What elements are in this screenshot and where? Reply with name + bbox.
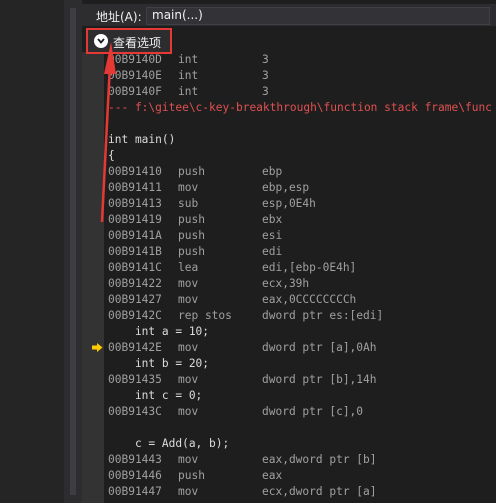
asm-address: 00B9141A	[108, 229, 162, 242]
asm-line: 00B9141C lea edi,[ebp-0E4h]	[108, 260, 496, 276]
source-line: int a = 10;	[108, 325, 210, 338]
asm-line: 00B9140F int 3	[108, 84, 496, 100]
asm-line: 00B9142C rep stos dword ptr es:[edi]	[108, 308, 496, 324]
asm-address: 00B9143C	[108, 405, 162, 418]
asm-line: 00B91419 push ebx	[108, 212, 496, 228]
asm-operands: ebx	[262, 213, 283, 226]
asm-operands: ebp	[262, 165, 283, 178]
asm-line: 00B91447 mov ecx,dword ptr [a]	[108, 484, 496, 500]
asm-mnemonic: sub	[178, 197, 199, 210]
asm-address: 00B9141C	[108, 261, 162, 274]
asm-line: 00B91435 mov dword ptr [b],14h	[108, 372, 496, 388]
source-line: int c = 0;	[108, 388, 496, 404]
asm-mnemonic: mov	[178, 405, 199, 418]
asm-operands: 3	[262, 85, 269, 98]
asm-line: 00B9141A push esi	[108, 228, 496, 244]
asm-mnemonic: mov	[178, 485, 199, 498]
asm-operands: ebp,esp	[262, 181, 310, 194]
asm-operands: eax	[262, 469, 283, 482]
asm-address: 00B9141B	[108, 245, 162, 258]
asm-address: 00B91443	[108, 453, 162, 466]
view-options-label: 查看选项	[113, 36, 162, 50]
asm-operands: dword ptr [a],0Ah	[262, 341, 377, 354]
asm-line: 00B91427 mov eax,0CCCCCCCCh	[108, 292, 496, 308]
asm-operands: 3	[262, 53, 269, 66]
asm-mnemonic: mov	[178, 453, 199, 466]
asm-line: 00B91446 push eax	[108, 468, 496, 484]
asm-mnemonic: push	[178, 165, 205, 178]
asm-mnemonic: int	[178, 53, 199, 66]
asm-operands: dword ptr es:[edi]	[262, 309, 384, 322]
asm-line: 00B91410 push ebp	[108, 164, 496, 180]
asm-operands: dword ptr [b],14h	[262, 373, 377, 386]
asm-mnemonic: push	[178, 229, 205, 242]
asm-operands: eax,0CCCCCCCCh	[262, 293, 357, 306]
source-line: c = Add(a, b);	[108, 437, 230, 450]
asm-mnemonic: rep stos	[178, 309, 232, 322]
asm-operands: edi,[ebp-0E4h]	[262, 261, 357, 274]
asm-line: 00B91413 sub esp,0E4h	[108, 196, 496, 212]
asm-line: 00B91411 mov ebp,esp	[108, 180, 496, 196]
asm-address: 00B91446	[108, 469, 162, 482]
source-line: int c = 0;	[108, 389, 203, 402]
asm-address: 00B9142C	[108, 309, 162, 322]
asm-mnemonic: int	[178, 69, 199, 82]
address-label: 地址(A):	[96, 10, 142, 24]
asm-operands: edi	[262, 245, 283, 258]
asm-mnemonic: mov	[178, 373, 199, 386]
asm-line: 00B91443 mov eax,dword ptr [b]	[108, 452, 496, 468]
asm-operands: 3	[262, 69, 269, 82]
asm-line: 00B91422 mov ecx,39h	[108, 276, 496, 292]
source-line: int main()	[108, 132, 496, 148]
asm-address: 00B91435	[108, 373, 162, 386]
scrollbar-track[interactable]	[70, 8, 76, 495]
asm-operands: eax,dword ptr [b]	[262, 453, 377, 466]
asm-mnemonic: push	[178, 213, 205, 226]
asm-mnemonic: lea	[178, 261, 199, 274]
address-value[interactable]: main(...)	[152, 8, 203, 22]
source-line: int a = 10;	[108, 324, 496, 340]
asm-mnemonic: mov	[178, 293, 199, 306]
asm-address: 00B91447	[108, 485, 162, 498]
asm-mnemonic: mov	[178, 277, 199, 290]
asm-line: 00B9140D int 3	[108, 52, 496, 68]
comment-line: --- f:\gitee\c-key-breakthrough\function…	[108, 100, 496, 116]
current-asm-line: 00B9142E mov dword ptr [a],0Ah	[108, 340, 496, 356]
source-line: {	[108, 148, 496, 164]
asm-mnemonic: int	[178, 85, 199, 98]
asm-line: 00B9143C mov dword ptr [c],0	[108, 404, 496, 420]
asm-line: 00B9141B push edi	[108, 244, 496, 260]
annotation-arrow-icon	[100, 42, 116, 223]
asm-mnemonic: push	[178, 245, 205, 258]
left-panel	[0, 0, 64, 503]
asm-address: 00B91427	[108, 293, 162, 306]
asm-line: 00B9140E int 3	[108, 68, 496, 84]
source-line: c = Add(a, b);	[108, 436, 496, 452]
asm-operands: dword ptr [c],0	[262, 405, 364, 418]
asm-address: 00B9142E	[108, 341, 162, 354]
asm-operands: ecx,dword ptr [a]	[262, 485, 377, 498]
asm-address: 00B91422	[108, 277, 162, 290]
asm-operands: esp,0E4h	[262, 197, 316, 210]
asm-mnemonic: mov	[178, 181, 199, 194]
asm-operands: esi	[262, 229, 283, 242]
source-file-comment: --- f:\gitee\c-key-breakthrough\function…	[108, 101, 492, 114]
source-line: int b = 20;	[108, 357, 210, 370]
instruction-pointer-icon	[92, 343, 103, 352]
asm-mnemonic: mov	[178, 341, 199, 354]
source-line: int b = 20;	[108, 356, 496, 372]
asm-mnemonic: push	[178, 469, 205, 482]
asm-operands: ecx,39h	[262, 277, 310, 290]
